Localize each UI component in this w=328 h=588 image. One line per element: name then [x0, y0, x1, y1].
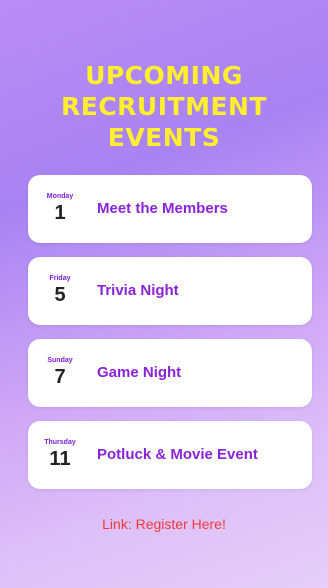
event-date-number: 11 — [49, 448, 71, 470]
event-date: Sunday 7 — [28, 339, 92, 407]
event-day: Sunday — [47, 357, 73, 364]
event-date: Monday 1 — [28, 175, 92, 243]
event-date: Thursday 11 — [28, 421, 92, 489]
event-card-meet-the-members: Monday 1 Meet the Members — [28, 175, 312, 243]
event-day: Thursday — [44, 439, 76, 446]
event-date-number: 7 — [54, 366, 66, 388]
event-date-number: 1 — [54, 202, 66, 224]
event-list: Monday 1 Meet the Members Friday 5 Trivi… — [28, 175, 312, 503]
event-title: Trivia Night — [97, 282, 179, 299]
title-line-upcoming: UPCOMING — [85, 61, 243, 90]
title-line-recruitment: RECRUITMENT — [60, 92, 267, 121]
event-title: Game Night — [97, 364, 182, 381]
event-card-game-night: Sunday 7 Game Night — [28, 339, 312, 407]
event-date: Friday 5 — [28, 257, 92, 325]
event-day: Friday — [49, 275, 71, 282]
title-line-events: EVENTS — [107, 123, 221, 152]
event-day: Monday — [46, 193, 74, 200]
event-date-number: 5 — [54, 284, 66, 306]
event-card-potluck-movie: Thursday 11 Potluck & Movie Event — [28, 421, 312, 489]
page-title: UPCOMING RECRUITMENT EVENTS — [0, 60, 328, 153]
register-link[interactable]: Link: Register Here! — [0, 516, 328, 532]
event-title: Meet the Members — [97, 200, 228, 217]
event-card-trivia-night: Friday 5 Trivia Night — [28, 257, 312, 325]
event-title: Potluck & Movie Event — [97, 446, 258, 463]
